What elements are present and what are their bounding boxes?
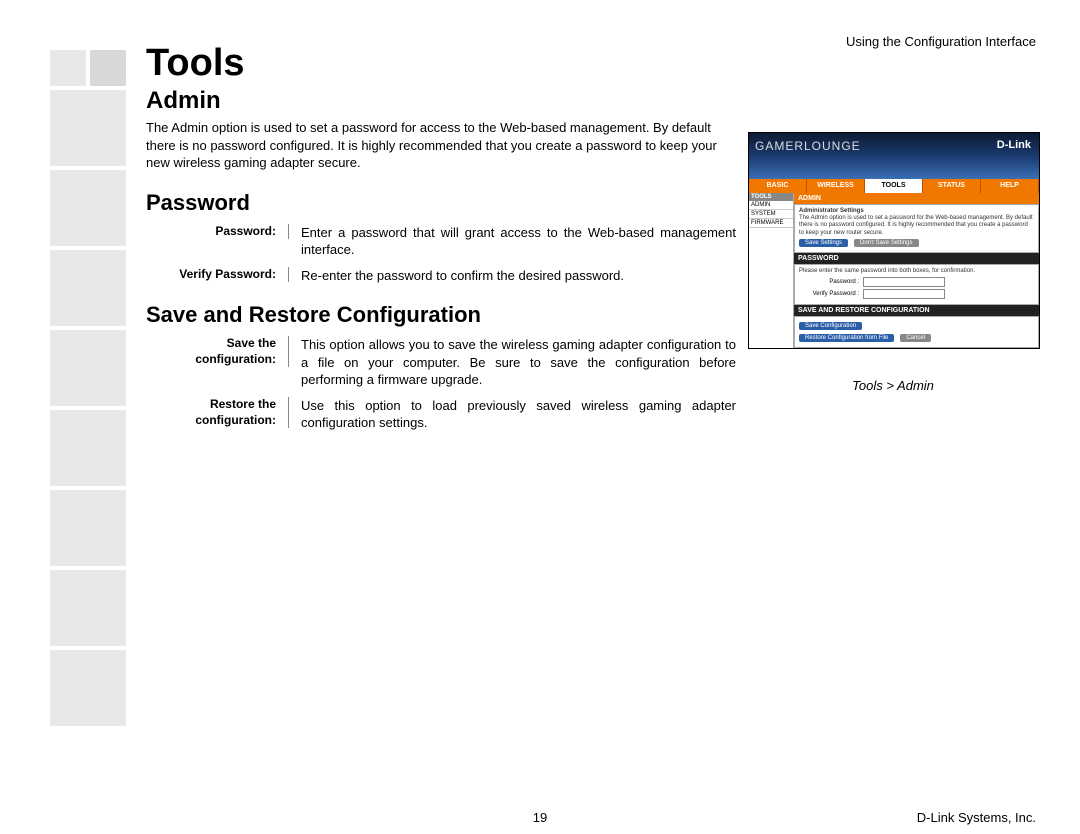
- screenshot-tools-admin: GAMERLOUNGE D-Link BASIC WIRELESS TOOLS …: [748, 132, 1040, 349]
- panel-admin-sub: Administrator Settings: [799, 208, 1034, 215]
- admin-intro: The Admin option is used to set a passwo…: [146, 119, 736, 172]
- section-password-heading: Password: [146, 190, 736, 216]
- def-restore-config: Restore the configuration: Use this opti…: [146, 397, 736, 432]
- section-admin-heading: Admin: [146, 87, 736, 115]
- panel-admin-text: The Admin option is used to set a passwo…: [799, 215, 1034, 237]
- desc: Enter a password that will grant access …: [289, 224, 736, 259]
- verify-password-label: Verify Password :: [799, 291, 859, 297]
- screenshot-caption: Tools > Admin: [748, 378, 1038, 393]
- sidebar-header: TOOLS: [749, 193, 793, 201]
- desc: Use this option to load previously saved…: [289, 397, 736, 432]
- save-settings-button[interactable]: Save Settings: [799, 239, 848, 247]
- desc: This option allows you to save the wirel…: [289, 336, 736, 389]
- dlink-logo: D-Link: [997, 139, 1031, 151]
- def-password: Password: Enter a password that will gra…: [146, 224, 736, 259]
- desc: Re-enter the password to confirm the des…: [289, 267, 736, 285]
- company-name: D-Link Systems, Inc.: [917, 810, 1036, 825]
- sidebar-item-system[interactable]: SYSTEM: [749, 210, 793, 219]
- tab-help[interactable]: HELP: [981, 179, 1039, 193]
- tab-tools[interactable]: TOOLS: [865, 179, 923, 193]
- term: Verify Password:: [146, 267, 289, 283]
- panel-password-bar: PASSWORD: [794, 253, 1039, 264]
- restore-configuration-button[interactable]: Restore Configuration from File: [799, 334, 894, 342]
- def-verify-password: Verify Password: Re-enter the password t…: [146, 267, 736, 285]
- decorative-squares: [50, 50, 128, 730]
- tab-basic[interactable]: BASIC: [749, 179, 807, 193]
- term: Restore the configuration:: [146, 397, 289, 428]
- dont-save-settings-button[interactable]: Don't Save Settings: [854, 239, 919, 247]
- term: Save the configuration:: [146, 336, 289, 367]
- main-content: Tools Admin The Admin option is used to …: [146, 42, 736, 440]
- password-label: Password :: [799, 279, 859, 285]
- screenshot-banner: GAMERLOUNGE D-Link: [749, 133, 1039, 179]
- tab-status[interactable]: STATUS: [923, 179, 981, 193]
- panel-saverestore-bar: SAVE AND RESTORE CONFIGURATION: [794, 305, 1039, 316]
- tab-wireless[interactable]: WIRELESS: [807, 179, 865, 193]
- def-save-config: Save the configuration: This option allo…: [146, 336, 736, 389]
- gamerlounge-logo: GAMERLOUNGE: [755, 139, 861, 153]
- panel-password-hint: Please enter the same password into both…: [799, 268, 1034, 275]
- screenshot-tabbar: BASIC WIRELESS TOOLS STATUS HELP: [749, 179, 1039, 193]
- section-saverestore-heading: Save and Restore Configuration: [146, 302, 736, 328]
- verify-password-input[interactable]: [863, 289, 945, 299]
- page-number: 19: [533, 810, 547, 825]
- page-title: Tools: [146, 42, 736, 85]
- cancel-button[interactable]: Cancel: [900, 334, 931, 342]
- password-input[interactable]: [863, 277, 945, 287]
- screenshot-content: ADMIN Administrator Settings The Admin o…: [794, 193, 1039, 348]
- save-configuration-button[interactable]: Save Configuration: [799, 322, 862, 330]
- screenshot-sidebar: TOOLS ADMIN SYSTEM FIRMWARE: [749, 193, 794, 348]
- term: Password:: [146, 224, 289, 240]
- page-header: Using the Configuration Interface: [846, 34, 1036, 49]
- panel-admin-bar: ADMIN: [794, 193, 1039, 204]
- sidebar-item-admin[interactable]: ADMIN: [749, 201, 793, 210]
- sidebar-item-firmware[interactable]: FIRMWARE: [749, 219, 793, 228]
